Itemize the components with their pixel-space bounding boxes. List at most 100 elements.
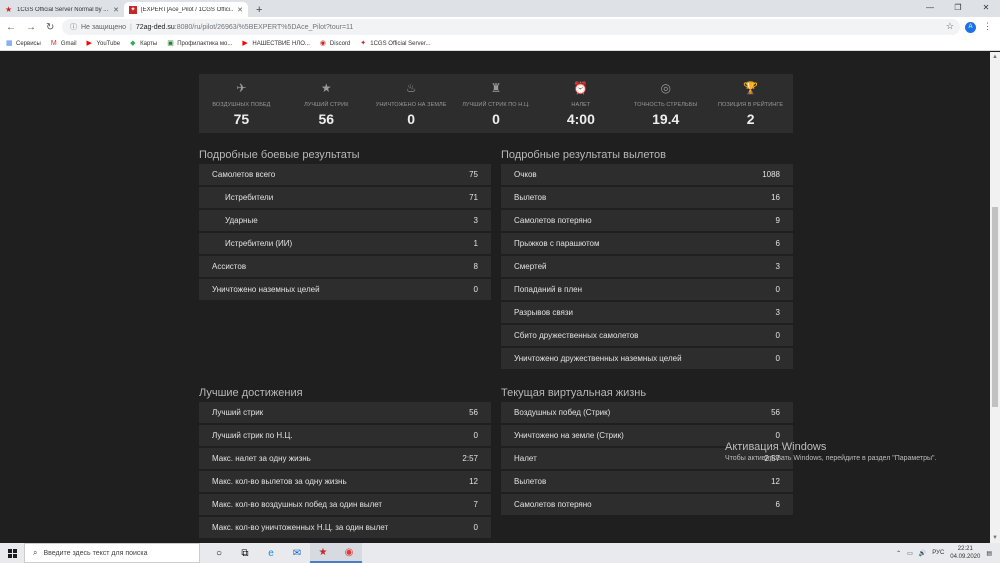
tower-icon: ♜: [490, 81, 502, 95]
search-placeholder: Введите здесь текст для поиска: [43, 549, 148, 557]
menu-icon[interactable]: ⋮: [983, 21, 992, 32]
gmail-icon: M: [50, 40, 57, 47]
bookmark-label: Discord: [329, 40, 351, 47]
row-value: 1088: [762, 170, 780, 179]
bookmark-label: Gmail: [60, 40, 77, 47]
row-label: Разрывов связи: [514, 308, 574, 317]
bookmark-label: 1CGS Official Server...: [370, 40, 431, 47]
summary-stats-bar: ✈ Воздушных побед 75 ★ Лучший стрик 56 ♨…: [199, 74, 793, 133]
bookmarks-bar: ▦ Сервисы M Gmail ▶ YouTube ◆ Карты ▣ Профила…: [0, 37, 1000, 51]
row-value: 12: [469, 477, 478, 486]
tab-title: 1CGS Official Server Normal by ...: [17, 6, 109, 13]
tab-strip: ★ 1CGS Official Server Normal by ... ✕ ✦…: [0, 0, 1000, 17]
taskbar-clock[interactable]: 22:21 04.09.2020: [950, 545, 980, 561]
new-tab-button[interactable]: +: [248, 4, 270, 17]
task-view-icon[interactable]: ⧉: [232, 543, 258, 563]
fire-icon: ♨: [405, 81, 417, 95]
bookmark-services[interactable]: ▦ Сервисы: [6, 40, 41, 47]
bookmark-star-icon[interactable]: ☆: [946, 21, 954, 32]
windows-taskbar: ⌕ Введите здесь текст для поиска ○ ⧉ e ✉…: [0, 543, 1000, 563]
bookmark-maps[interactable]: ◆ Карты: [130, 40, 157, 47]
stat-rating-position: 🏆 Позиция в рейтинге 2: [708, 74, 793, 133]
row-label: Макс. кол-во воздушных побед за один выл…: [212, 500, 383, 509]
back-icon[interactable]: ←: [6, 22, 16, 33]
cortana-icon[interactable]: ○: [206, 543, 232, 563]
close-icon[interactable]: ✕: [237, 6, 243, 14]
row-label: Уничтожено на земле (Стрик): [514, 431, 624, 440]
stat-best-ground-streak: ♜ Лучший стрик по Н.Ц. 0: [454, 74, 539, 133]
scroll-down-icon[interactable]: ▼: [990, 533, 1000, 543]
pilot-page: ✈ Воздушных побед 75 ★ Лучший стрик 56 ♨…: [0, 52, 990, 543]
row-label: Самолетов потеряно: [514, 500, 592, 509]
tab-pilot-page[interactable]: ✦ [EXPERT]Ace_Pilot / 1CGS Offici... ✕: [124, 2, 248, 17]
window-controls: — ❐ ✕: [916, 0, 1000, 17]
table-row: Макс. кол-во уничтоженных Н.Ц. за один в…: [199, 517, 491, 538]
tab-1cgs-server[interactable]: ★ 1CGS Official Server Normal by ... ✕: [0, 2, 124, 17]
row-value: 3: [775, 262, 780, 271]
start-button[interactable]: [0, 543, 24, 563]
bookmark-youtube[interactable]: ▶ YouTube: [87, 40, 121, 47]
scroll-up-icon[interactable]: ▲: [990, 52, 1000, 62]
mail-icon[interactable]: ✉: [284, 543, 310, 563]
table-row: Очков 1088: [501, 164, 793, 185]
minimize-icon[interactable]: —: [916, 0, 944, 17]
chrome-icon[interactable]: ◉: [336, 543, 362, 563]
stat-label: Лучший стрик по Н.Ц.: [462, 102, 530, 108]
row-value: 56: [771, 408, 780, 417]
close-window-icon[interactable]: ✕: [972, 0, 1000, 17]
stat-flight-time: ⏰ Налет 4:00: [538, 74, 623, 133]
bookmark-1cgs[interactable]: ✦ 1CGS Official Server...: [360, 40, 430, 47]
info-icon[interactable]: ⓘ: [70, 22, 77, 32]
row-label: Уничтожено наземных целей: [212, 285, 320, 294]
row-label: Макс. кол-во вылетов за одну жизнь: [212, 477, 347, 486]
bookmark-gmail[interactable]: M Gmail: [51, 40, 77, 47]
stat-air-victories: ✈ Воздушных побед 75: [199, 74, 284, 133]
bookmark-ufo[interactable]: ▶ НАШЕСТВИЕ НЛО...: [242, 40, 310, 47]
forward-icon[interactable]: →: [26, 22, 36, 33]
row-label: Самолетов всего: [212, 170, 276, 179]
bookmark-discord[interactable]: ◉ Discord: [320, 40, 350, 47]
edge-icon[interactable]: e: [258, 543, 284, 563]
profile-avatar[interactable]: A: [965, 22, 976, 33]
url-path: :8080/ru/pilot/26963/%5BEXPERT%5DAce_Pil…: [174, 23, 354, 31]
row-value: 0: [775, 431, 780, 440]
scrollbar-thumb[interactable]: [992, 207, 998, 407]
stat-value: 56: [318, 111, 335, 127]
tray-chevron-icon[interactable]: ⌃: [896, 550, 901, 557]
search-icon: ⌕: [33, 548, 38, 557]
security-label: Не защищено: [81, 23, 126, 31]
row-label: Ударные: [225, 216, 258, 225]
volume-icon[interactable]: 🔊: [919, 550, 926, 557]
clock-date: 04.09.2020: [950, 554, 981, 560]
row-value: 1: [473, 239, 478, 248]
close-icon[interactable]: ✕: [113, 6, 119, 14]
row-value: 2:57: [462, 454, 478, 463]
1cgs-icon: ✦: [129, 5, 137, 14]
maximize-icon[interactable]: ❐: [944, 0, 972, 17]
discord-icon: ◉: [319, 40, 327, 47]
table-row: Вылетов 12: [501, 471, 793, 492]
row-label: Макс. кол-во уничтоженных Н.Ц. за один в…: [212, 523, 389, 532]
stat-value: 0: [492, 111, 500, 127]
stat-best-streak: ★ Лучший стрик 56: [284, 74, 369, 133]
notifications-icon[interactable]: ▤: [986, 550, 992, 557]
red-star-icon: ★: [5, 4, 13, 14]
youtube-icon: ▶: [242, 40, 248, 47]
row-value: 12: [771, 477, 780, 486]
reload-icon[interactable]: ↻: [46, 22, 54, 33]
system-tray: ⌃ ▭ 🔊 РУС 22:21 04.09.2020 ▤: [896, 543, 1000, 563]
clock-time: 22:21: [957, 546, 973, 552]
il2-game-icon[interactable]: ★: [310, 543, 336, 563]
row-label: Макс. налет за одну жизнь: [212, 454, 311, 463]
taskbar-search[interactable]: ⌕ Введите здесь текст для поиска: [24, 543, 200, 563]
bookmark-prophylaxis[interactable]: ▣ Профилактика мо...: [167, 40, 232, 47]
language-indicator[interactable]: РУС: [932, 550, 944, 556]
apps-icon: ▦: [6, 40, 13, 47]
page-scrollbar[interactable]: ▲ ▼: [990, 52, 1000, 543]
bookmark-label: НАШЕСТВИЕ НЛО...: [252, 40, 310, 47]
row-value: 0: [775, 354, 780, 363]
address-bar[interactable]: ⓘ Не защищено | 72ag-ded.su:8080/ru/pilo…: [62, 19, 960, 35]
display-icon[interactable]: ▭: [907, 550, 913, 557]
row-label: Уничтожено дружественных наземных целей: [514, 354, 682, 363]
star-icon: ★: [320, 81, 332, 95]
